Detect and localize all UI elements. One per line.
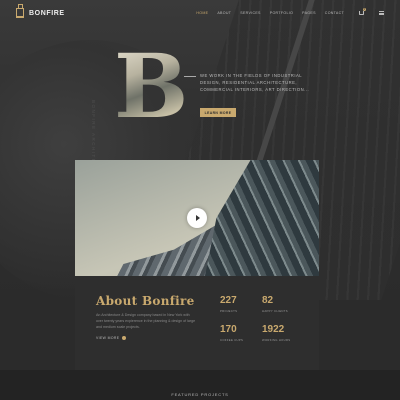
about-title: About Bonfire: [96, 294, 195, 308]
hero-big-letter: B: [114, 34, 189, 138]
hero-description: WE WORK IN THE FIELDS OF INDUSTRIAL DESI…: [200, 73, 310, 92]
logo-text: BONFIRE: [29, 9, 65, 17]
stat-value: 227: [220, 295, 237, 306]
arrow-circle-icon: [122, 336, 127, 340]
stat-value: 82: [262, 295, 274, 306]
logo[interactable]: BONFIRE: [16, 4, 65, 18]
stat-value: 1922: [262, 324, 285, 335]
stat-label: COFFEE CUPS: [220, 338, 244, 342]
view-more-label: VIEW MORE: [96, 336, 120, 340]
learn-more-button[interactable]: LEARN MORE: [200, 108, 236, 117]
cart-badge: 0: [363, 8, 366, 11]
main-nav: HOME ABOUT SERVICES PORTFOLIO PAGES CONT…: [196, 8, 384, 15]
featured-projects-heading: FEATURED PROJECTS: [171, 392, 229, 397]
about-description: An Architecture & Design company based i…: [96, 313, 196, 329]
nav-pages[interactable]: PAGES: [302, 11, 316, 15]
hero-divider-line: [184, 76, 196, 77]
stat-label: WORKING HOURS: [262, 338, 291, 342]
stat-label: HAPPY CLIENTS: [262, 309, 288, 313]
stat-value: 170: [220, 324, 237, 335]
site-header: BONFIRE HOME ABOUT SERVICES PORTFOLIO PA…: [0, 0, 400, 26]
stat-projects: 227 PROJECTS: [220, 295, 237, 313]
stat-working-hours: 1922 WORKING HOURS: [262, 324, 290, 342]
nav-contact[interactable]: CONTACT: [325, 11, 344, 15]
building-logo-icon: [16, 4, 24, 18]
hamburger-menu-icon[interactable]: [379, 11, 384, 15]
play-icon: [195, 215, 200, 221]
stat-label: PROJECTS: [220, 309, 238, 313]
view-more-link[interactable]: VIEW MORE: [96, 336, 127, 340]
nav-home[interactable]: HOME: [196, 11, 208, 15]
play-button[interactable]: [187, 208, 207, 228]
nav-portfolio[interactable]: PORTFOLIO: [270, 11, 293, 15]
stat-happy-clients: 82 HAPPY CLIENTS: [262, 295, 288, 313]
nav-about[interactable]: ABOUT: [217, 11, 231, 15]
stat-coffee-cups: 170 COFFEE CUPS: [220, 324, 243, 342]
nav-services[interactable]: SERVICES: [240, 11, 261, 15]
cart-icon[interactable]: 0: [359, 8, 366, 15]
